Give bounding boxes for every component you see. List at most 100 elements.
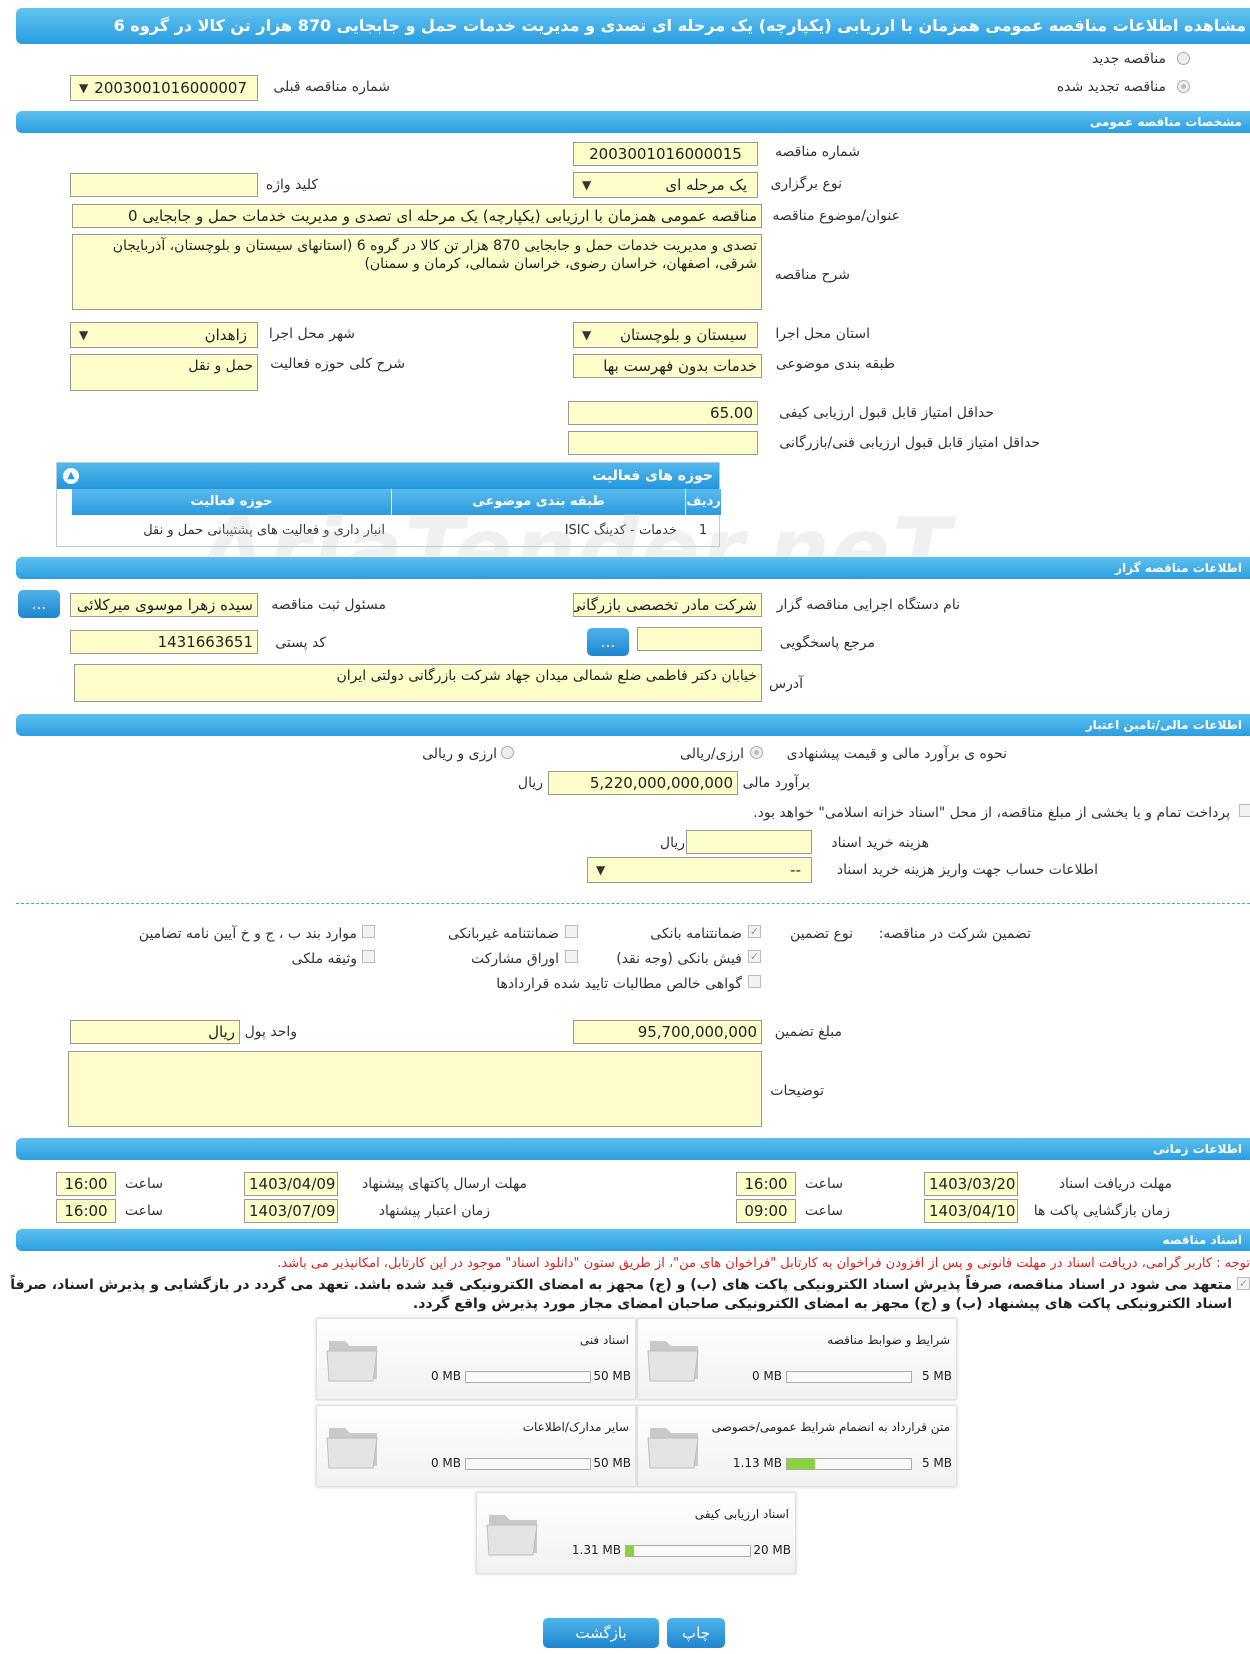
bonds-label: اوراق مشارکت bbox=[470, 951, 559, 967]
renewed-tender-radio[interactable] bbox=[1177, 80, 1190, 93]
description-field[interactable]: تصدی و مدیریت خدمات حمل و جابجایی 870 هز… bbox=[72, 234, 762, 310]
keyword-field[interactable] bbox=[70, 173, 258, 197]
collapse-icon[interactable]: ▲ bbox=[63, 468, 79, 484]
foreign-rial-label: ارزی/ریالی bbox=[680, 746, 744, 762]
doc-cost-field[interactable] bbox=[686, 830, 812, 854]
min-quality-label: حداقل امتیاز قابل قبول ارزیابی کیفی bbox=[779, 405, 994, 421]
validity-label: زمان اعتبار پیشنهاد bbox=[378, 1203, 490, 1219]
property-checkbox[interactable] bbox=[362, 950, 375, 963]
ref-field[interactable] bbox=[637, 627, 762, 651]
certificate-checkbox[interactable] bbox=[748, 975, 761, 988]
doc-deadline-label: مهلت دریافت اسناد bbox=[1058, 1176, 1172, 1192]
new-tender-radio[interactable] bbox=[1177, 52, 1190, 65]
doc-used-size: 0 MB bbox=[751, 1369, 782, 1383]
commitment-text: متعهد می شود در اسناد مناقصه، صرفاً پذیر… bbox=[10, 1277, 1232, 1312]
province-label: استان محل اجرا bbox=[775, 326, 870, 342]
bank-guarantee-checkbox[interactable]: ✓ bbox=[748, 925, 761, 938]
tender-type-label: نوع برگزاری bbox=[770, 176, 842, 192]
org-name-field[interactable]: شرکت مادر تخصصی بازرگانی bbox=[573, 593, 762, 617]
prev-number-value: 2003001016000007 bbox=[94, 79, 247, 97]
doc-progress-fill bbox=[626, 1546, 635, 1556]
city-select[interactable]: زاهدان ▼ bbox=[70, 322, 258, 348]
doc-used-size: 0 MB bbox=[430, 1369, 461, 1383]
doc-name: اسناد فنی bbox=[579, 1333, 629, 1347]
estimate-field[interactable]: 5,220,000,000,000 bbox=[548, 771, 738, 795]
non-bank-checkbox[interactable] bbox=[565, 925, 578, 938]
foreign-and-rial-radio[interactable] bbox=[501, 746, 514, 759]
opening-label: زمان بازگشایی پاکت ها bbox=[1033, 1203, 1170, 1219]
foreign-rial-radio[interactable] bbox=[750, 746, 763, 759]
account-label: اطلاعات حساب جهت واریز هزینه خرید اسناد bbox=[836, 862, 1098, 878]
chevron-down-icon: ▼ bbox=[582, 178, 592, 192]
prev-number-select[interactable]: 2003001016000007 ▼ bbox=[70, 75, 258, 101]
description-label: شرح مناقصه bbox=[774, 267, 850, 283]
ref-more-button[interactable]: ... bbox=[587, 628, 629, 656]
submit-deadline-field[interactable]: 1403/04/09 bbox=[244, 1172, 338, 1196]
postal-field[interactable]: 1431663651 bbox=[70, 630, 258, 654]
activity-desc-field[interactable]: حمل و نقل bbox=[70, 354, 258, 391]
doc-tile-contract[interactable]: متن قرارداد به انضمام شرایط عمومی/خصوصی … bbox=[637, 1405, 957, 1487]
bonds-checkbox[interactable] bbox=[565, 950, 578, 963]
activity-grid-title: حوزه های فعالیت bbox=[592, 468, 713, 484]
opening-time-field[interactable]: 09:00 bbox=[736, 1199, 796, 1223]
finance-section-header: اطلاعات مالی/تامین اعتبار bbox=[16, 714, 1250, 736]
subject-field[interactable]: مناقصه عمومی همزمان با ارزیابی (یکپارچه)… bbox=[72, 204, 762, 228]
doc-name: اسناد ارزیابی کیفی bbox=[694, 1507, 789, 1521]
validity-time-label: ساعت bbox=[124, 1203, 163, 1219]
doc-tile-conditions[interactable]: شرایط و ضوابط مناقصه 0 MB 5 MB bbox=[637, 1318, 957, 1400]
print-button[interactable]: چاپ bbox=[667, 1618, 725, 1648]
doc-max-size: 50 MB bbox=[593, 1456, 631, 1470]
opening-field[interactable]: 1403/04/10 bbox=[924, 1199, 1018, 1223]
doc-progress-fill bbox=[787, 1459, 816, 1469]
guarantee-amount-field[interactable]: 95,700,000,000 bbox=[573, 1020, 762, 1044]
min-quality-field[interactable]: 65.00 bbox=[568, 401, 758, 425]
doc-max-size: 20 MB bbox=[753, 1543, 791, 1557]
doc-progress-bar bbox=[465, 1458, 591, 1470]
min-tech-field[interactable] bbox=[568, 431, 758, 455]
doc-deadline-field[interactable]: 1403/03/20 bbox=[924, 1172, 1018, 1196]
foreign-and-rial-label: ارزی و ریالی bbox=[422, 746, 497, 762]
commitment-checkbox[interactable]: ✓ bbox=[1237, 1277, 1250, 1290]
address-field[interactable]: خیابان دکتر فاطمی ضلع شمالی میدان جهاد ش… bbox=[74, 664, 762, 702]
guarantee-title: تضمین شرکت در مناقصه: bbox=[878, 926, 1031, 942]
address-label: آدرس bbox=[769, 676, 803, 692]
doc-tile-quality[interactable]: اسناد ارزیابی کیفی 1.31 MB 20 MB bbox=[476, 1492, 796, 1574]
bank-receipt-checkbox[interactable]: ✓ bbox=[748, 950, 761, 963]
doc-used-size: 1.13 MB bbox=[732, 1456, 782, 1470]
doc-deadline-time-field[interactable]: 16:00 bbox=[736, 1172, 796, 1196]
min-tech-label: حداقل امتیاز قابل قبول ارزیابی فنی/بازرگ… bbox=[779, 435, 1040, 451]
responsible-field[interactable]: سیده زهرا موسوی میرکلائی bbox=[70, 593, 258, 617]
keyword-label: کلید واژه bbox=[265, 177, 318, 193]
folder-icon bbox=[486, 1515, 538, 1556]
account-select[interactable]: -- ▼ bbox=[587, 857, 812, 883]
schedule-section-header: اطلاعات زمانی bbox=[16, 1138, 1250, 1160]
province-value: سیستان و بلوچستان bbox=[619, 326, 747, 344]
validity-time-field[interactable]: 16:00 bbox=[56, 1199, 116, 1223]
folder-icon bbox=[326, 1341, 378, 1382]
doc-name: متن قرارداد به انضمام شرایط عمومی/خصوصی bbox=[711, 1420, 950, 1434]
tender-type-select[interactable]: یک مرحله ای ▼ bbox=[573, 172, 758, 198]
activity-grid-header: حوزه های فعالیت ▲ bbox=[57, 463, 719, 489]
validity-field[interactable]: 1403/07/09 bbox=[244, 1199, 338, 1223]
estimate-label: برآورد مالی bbox=[742, 775, 810, 791]
non-bank-label: ضمانتنامه غیربانکی bbox=[447, 926, 559, 942]
notes-field[interactable] bbox=[68, 1051, 762, 1127]
doc-max-size: 5 MB bbox=[921, 1456, 952, 1470]
category-field[interactable]: خدمات بدون فهرست بها bbox=[573, 354, 762, 378]
general-section-header: مشخصات مناقصه عمومی bbox=[16, 111, 1250, 133]
section-divider bbox=[16, 903, 1250, 904]
currency-field[interactable]: ریال bbox=[70, 1020, 240, 1044]
doc-tile-other[interactable]: سایر مدارک/اطلاعات 0 MB 50 MB bbox=[316, 1405, 636, 1487]
doc-tile-technical[interactable]: اسناد فنی 0 MB 50 MB bbox=[316, 1318, 636, 1400]
responsible-more-button[interactable]: ... bbox=[18, 590, 60, 618]
estimate-method-label: نحوه ی برآورد مالی و قیمت پیشنهادی bbox=[786, 746, 1007, 762]
treasury-checkbox[interactable] bbox=[1239, 804, 1250, 817]
tender-number-field[interactable]: 2003001016000015 bbox=[573, 142, 758, 166]
folder-icon bbox=[647, 1428, 699, 1469]
regulation-checkbox[interactable] bbox=[362, 925, 375, 938]
doc-progress-bar bbox=[786, 1458, 912, 1470]
submit-time-field[interactable]: 16:00 bbox=[56, 1172, 116, 1196]
province-select[interactable]: سیستان و بلوچستان ▼ bbox=[573, 322, 758, 348]
folder-icon bbox=[326, 1428, 378, 1469]
back-button[interactable]: بازگشت bbox=[543, 1618, 659, 1648]
